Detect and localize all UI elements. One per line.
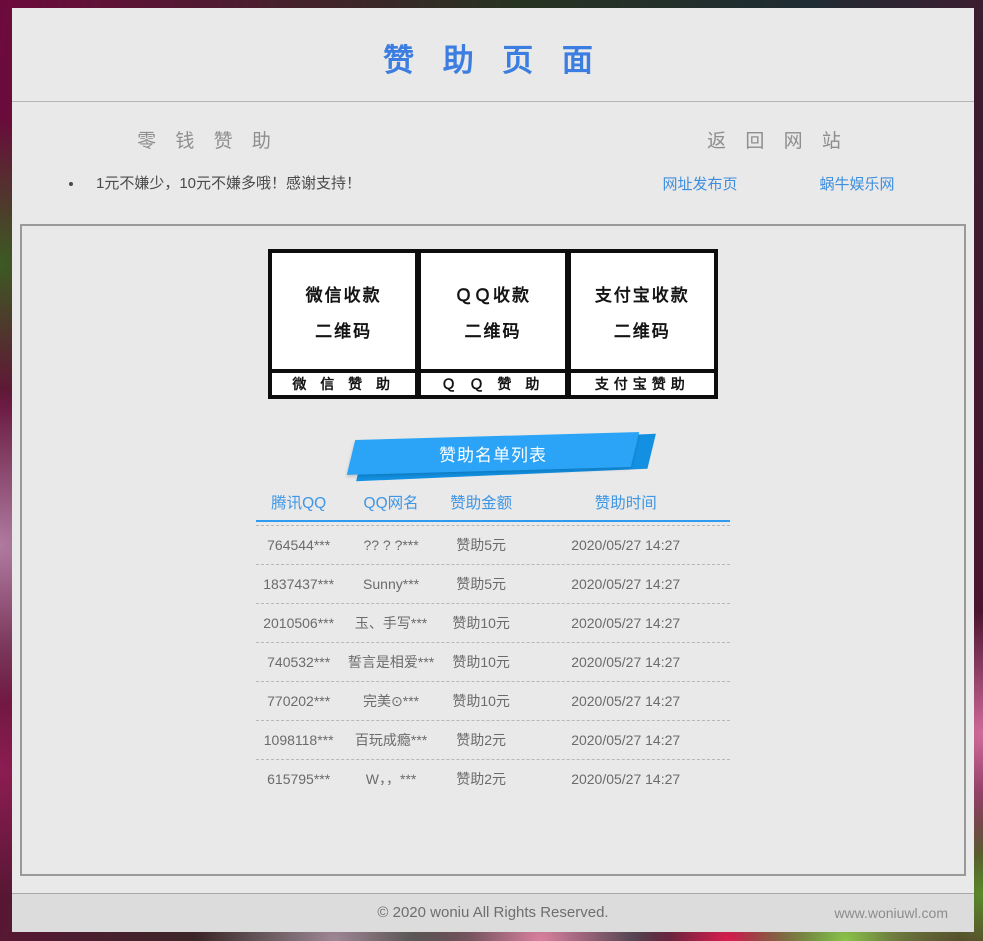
sponsor-list-ribbon: 赞助名单列表 xyxy=(352,436,634,471)
cell-qq: 764544*** xyxy=(256,537,341,553)
back-links-heading: 返 回 网 站 xyxy=(493,126,974,153)
cell-nickname: ?? ? ?*** xyxy=(341,537,441,553)
content-box: 微信收款 二维码 微 信 赞 助 ＱＱ收款 二维码 Ｑ Ｑ 赞 助 支付宝收 xyxy=(20,224,966,876)
qr-code-image: ＱＱ收款 二维码 xyxy=(421,253,564,369)
qr-image-text-line2: 二维码 xyxy=(315,317,372,342)
cell-qq: 1098118*** xyxy=(256,732,341,748)
qr-code-image: 支付宝收款 二维码 xyxy=(571,253,714,369)
site-url: www.woniuwl.com xyxy=(834,894,948,932)
cell-time: 2020/05/27 14:27 xyxy=(521,693,730,709)
qr-code-image: 微信收款 二维码 xyxy=(272,253,415,369)
cell-amount: 赞助10元 xyxy=(441,652,522,672)
cell-nickname: 完美⊙*** xyxy=(341,691,441,711)
qr-image-text-line1: 支付宝收款 xyxy=(595,281,690,306)
cell-qq: 740532*** xyxy=(256,654,341,670)
main-panel: 赞 助 页 面 零 钱 赞 助 1元不嫌少，10元不嫌多哦！感谢支持！ 返 回 … xyxy=(12,8,974,932)
cell-amount: 赞助2元 xyxy=(441,769,522,785)
donation-intro-heading: 零 钱 赞 助 xyxy=(12,126,493,153)
qr-caption: 微 信 赞 助 xyxy=(272,373,415,395)
table-row: 615795*** W，，*** 赞助2元 2020/05/27 14:27 xyxy=(256,760,730,785)
qr-card: ＱＱ收款 二维码 Ｑ Ｑ 赞 助 xyxy=(421,253,564,395)
qr-card: 微信收款 二维码 微 信 赞 助 xyxy=(272,253,415,395)
table-row: 770202*** 完美⊙*** 赞助10元 2020/05/27 14:27 xyxy=(256,682,730,721)
cell-qq: 1837437*** xyxy=(256,576,341,592)
page-footer: © 2020 woniu All Rights Reserved. www.wo… xyxy=(12,893,974,932)
sponsor-list-title: 赞助名单列表 xyxy=(352,436,634,471)
cell-amount: 赞助2元 xyxy=(441,730,522,750)
qr-caption: Ｑ Ｑ 赞 助 xyxy=(421,373,564,395)
cell-time: 2020/05/27 14:27 xyxy=(521,654,730,670)
info-section: 零 钱 赞 助 1元不嫌少，10元不嫌多哦！感谢支持！ 返 回 网 站 网址发布… xyxy=(12,102,974,224)
qr-image-text-line1: ＱＱ收款 xyxy=(455,281,531,306)
donation-intro-column: 零 钱 赞 助 1元不嫌少，10元不嫌多哦！感谢支持！ xyxy=(12,126,493,194)
donation-note: 1元不嫌少，10元不嫌多哦！感谢支持！ xyxy=(84,172,493,193)
site-links: 网址发布页 蜗牛娱乐网 xyxy=(493,173,974,194)
qr-card: 支付宝收款 二维码 支付宝赞助 xyxy=(571,253,714,395)
cell-qq: 615795*** xyxy=(256,771,341,785)
cell-amount: 赞助5元 xyxy=(441,574,522,594)
sponsor-table-header: 腾讯QQ QQ网名 赞助金额 赞助时间 xyxy=(256,484,730,520)
column-header-time: 赞助时间 xyxy=(521,491,730,513)
cell-qq: 2010506*** xyxy=(256,615,341,631)
cell-nickname: Sunny*** xyxy=(341,576,441,592)
cell-nickname: 百玩成瘾*** xyxy=(341,730,441,750)
table-row: 740532*** 誓言是相爱*** 赞助10元 2020/05/27 14:2… xyxy=(256,643,730,682)
cell-time: 2020/05/27 14:27 xyxy=(521,771,730,785)
cell-nickname: W，，*** xyxy=(341,769,441,785)
qr-image-text-line2: 二维码 xyxy=(614,317,671,342)
table-row: 1098118*** 百玩成瘾*** 赞助2元 2020/05/27 14:27 xyxy=(256,721,730,760)
back-links-column: 返 回 网 站 网址发布页 蜗牛娱乐网 xyxy=(493,126,974,194)
cell-nickname: 玉、手写*** xyxy=(341,613,441,633)
cell-time: 2020/05/27 14:27 xyxy=(521,537,730,553)
donation-note-list: 1元不嫌少，10元不嫌多哦！感谢支持！ xyxy=(12,172,493,193)
cell-time: 2020/05/27 14:27 xyxy=(521,732,730,748)
cell-amount: 赞助10元 xyxy=(441,613,522,633)
qr-code-block: 微信收款 二维码 微 信 赞 助 ＱＱ收款 二维码 Ｑ Ｑ 赞 助 支付宝收 xyxy=(268,249,718,399)
cell-time: 2020/05/27 14:27 xyxy=(521,615,730,631)
cell-qq: 770202*** xyxy=(256,693,341,709)
column-header-qq: 腾讯QQ xyxy=(256,491,341,513)
sponsor-table-body: 764544*** ?? ? ?*** 赞助5元 2020/05/27 14:2… xyxy=(256,525,730,785)
sponsor-table: 腾讯QQ QQ网名 赞助金额 赞助时间 764544*** ?? ? ?*** … xyxy=(256,484,730,785)
table-row: 2010506*** 玉、手写*** 赞助10元 2020/05/27 14:2… xyxy=(256,604,730,643)
qr-image-text-line1: 微信收款 xyxy=(306,281,382,306)
cell-nickname: 誓言是相爱*** xyxy=(341,652,441,672)
qr-caption: 支付宝赞助 xyxy=(571,373,714,395)
copyright-text: © 2020 woniu All Rights Reserved. xyxy=(12,894,974,932)
cell-time: 2020/05/27 14:27 xyxy=(521,576,730,592)
header-underline xyxy=(256,520,730,522)
cell-amount: 赞助10元 xyxy=(441,691,522,711)
link-woniu-site[interactable]: 蜗牛娱乐网 xyxy=(820,173,895,194)
table-row: 764544*** ?? ? ?*** 赞助5元 2020/05/27 14:2… xyxy=(256,526,730,565)
qr-image-text-line2: 二维码 xyxy=(464,317,521,342)
page-header: 赞 助 页 面 xyxy=(12,8,974,102)
table-row: 1837437*** Sunny*** 赞助5元 2020/05/27 14:2… xyxy=(256,565,730,604)
cell-amount: 赞助5元 xyxy=(441,535,522,555)
page-title: 赞 助 页 面 xyxy=(12,35,974,80)
link-url-publish-page[interactable]: 网址发布页 xyxy=(662,173,737,194)
column-header-amount: 赞助金额 xyxy=(441,491,522,513)
column-header-nickname: QQ网名 xyxy=(341,491,441,513)
